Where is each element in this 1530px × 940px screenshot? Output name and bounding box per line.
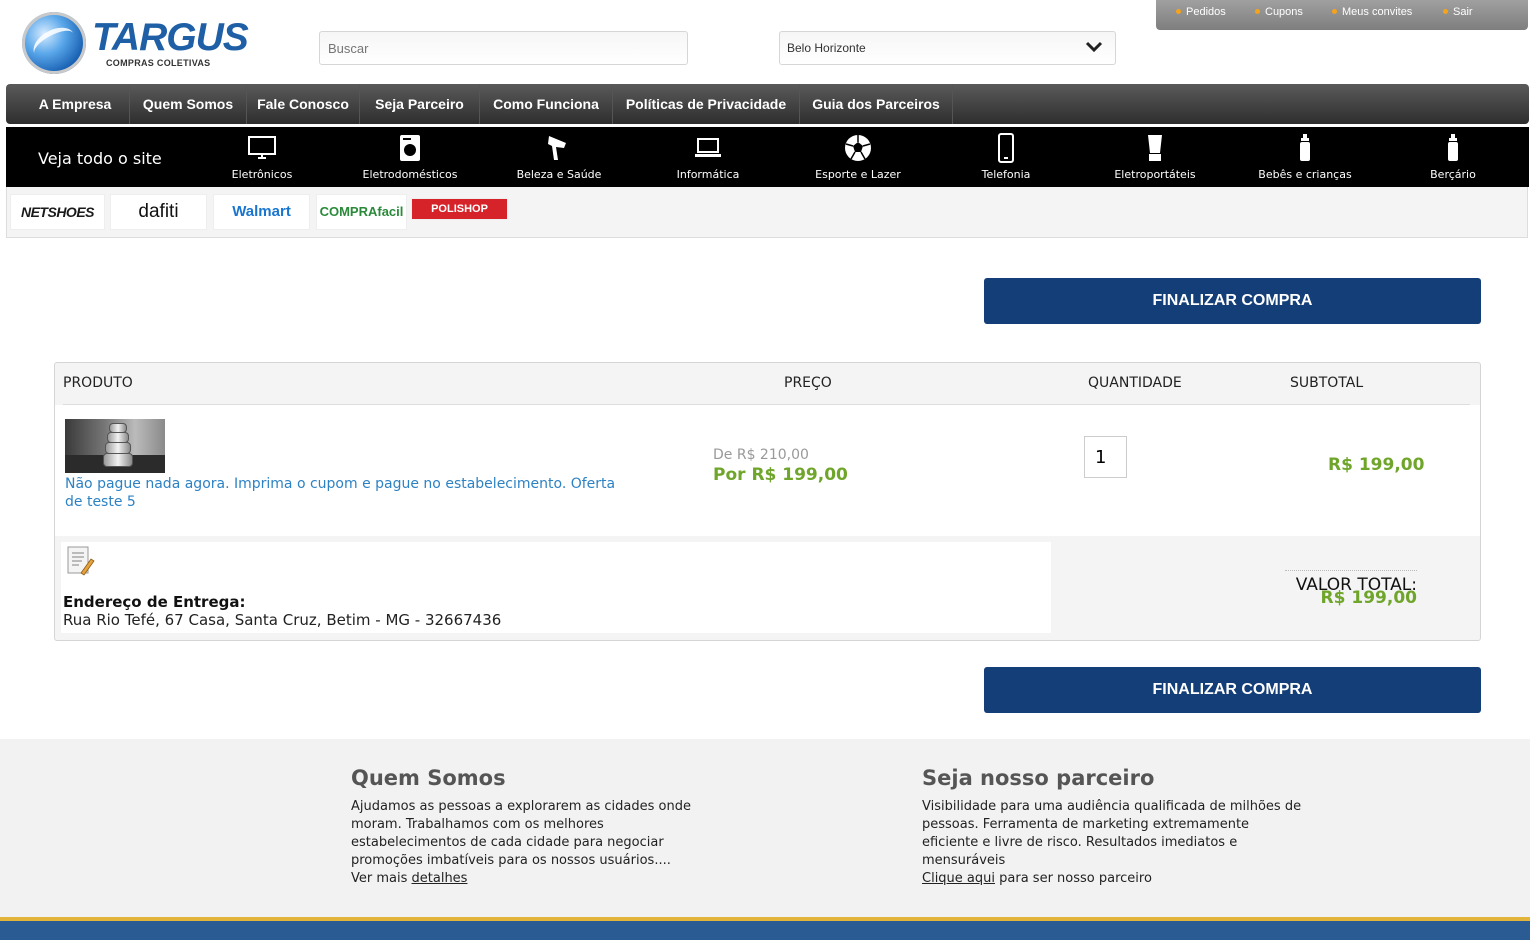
- quantity-input[interactable]: [1084, 436, 1127, 478]
- header-produto: PRODUTO: [63, 375, 133, 391]
- laptop-icon: [695, 138, 721, 157]
- product-name-link[interactable]: Não pague nada agora. Imprima o cupom e …: [65, 475, 625, 511]
- finalizar-compra-button-top[interactable]: FINALIZAR COMPRA: [984, 278, 1481, 324]
- category-eletronicos[interactable]: Eletrônicos: [192, 133, 332, 187]
- category-eletrodomesticos[interactable]: Eletrodomésticos: [340, 133, 480, 187]
- nav-guia-parceiros[interactable]: Guia dos Parceiros: [800, 84, 953, 124]
- phone-icon: [998, 133, 1014, 163]
- footer-about-details-link[interactable]: detalhes: [412, 871, 468, 886]
- category-label: Berçário: [1430, 168, 1476, 181]
- footer-partner-text: Visibilidade para uma audiência qualific…: [922, 798, 1307, 888]
- category-bar: Veja todo o site Eletrônicos Eletrodomés…: [6, 127, 1529, 187]
- user-menu-cupons[interactable]: Cupons: [1255, 6, 1303, 18]
- category-informatica[interactable]: Informática: [638, 133, 778, 187]
- category-label: Eletroportáteis: [1114, 168, 1196, 181]
- note-edit-icon: [67, 546, 95, 576]
- user-menu-convites[interactable]: Meus convites: [1332, 6, 1412, 18]
- delivery-address: Endereço de Entrega: Rua Rio Tefé, 67 Ca…: [61, 542, 1051, 633]
- chevron-down-icon: [1085, 41, 1103, 53]
- category-lead[interactable]: Veja todo o site: [38, 149, 162, 168]
- logo-subtitle: COMPRAS COLETIVAS: [106, 58, 211, 68]
- partner-polishop[interactable]: POLISHOP: [411, 198, 508, 220]
- footer-about-body: Ajudamos as pessoas a explorarem as cida…: [351, 799, 691, 868]
- item-subtotal: R$ 199,00: [1328, 455, 1425, 475]
- partner-logos: NETSHOES dafiti Walmart COMPRAfacil POLI…: [6, 187, 1528, 238]
- site-logo[interactable]: TARGUS COMPRAS COLETIVAS: [22, 10, 249, 76]
- category-esporte[interactable]: Esporte e Lazer: [788, 133, 928, 187]
- footer-partner-title: Seja nosso parceiro: [922, 766, 1155, 790]
- category-beleza[interactable]: Beleza e Saúde: [489, 133, 629, 187]
- monitor-icon: [248, 136, 276, 159]
- header-quantidade: QUANTIDADE: [1088, 375, 1182, 391]
- category-bercario[interactable]: Berçário: [1383, 133, 1523, 187]
- nav-como-funciona[interactable]: Como Funciona: [480, 84, 613, 124]
- city-select-value: Belo Horizonte: [787, 41, 866, 55]
- search-input[interactable]: [319, 31, 688, 65]
- blender-icon: [1148, 135, 1162, 161]
- category-eletroportateis[interactable]: Eletroportáteis: [1085, 133, 1225, 187]
- user-menu: Pedidos Cupons Meus convites Sair: [1156, 0, 1528, 30]
- logo-brand: TARGUS: [92, 16, 249, 59]
- nav-quem-somos[interactable]: Quem Somos: [130, 84, 247, 124]
- category-label: Beleza e Saúde: [516, 168, 602, 181]
- user-menu-pedidos[interactable]: Pedidos: [1176, 6, 1226, 18]
- product-thumbnail[interactable]: [65, 419, 165, 473]
- user-menu-sair[interactable]: Sair: [1443, 6, 1473, 18]
- hair-dryer-icon: [548, 136, 566, 160]
- bottom-bar: [0, 917, 1530, 940]
- partner-netshoes[interactable]: NETSHOES: [10, 194, 105, 230]
- category-label: Telefonia: [981, 168, 1031, 181]
- baby-bottle-icon: [1448, 134, 1458, 161]
- price-now: Por R$ 199,00: [713, 465, 848, 485]
- delivery-address-text: Rua Rio Tefé, 67 Casa, Santa Cruz, Betim…: [63, 611, 502, 629]
- partner-walmart[interactable]: Walmart: [213, 194, 310, 230]
- soccer-ball-icon: [845, 135, 871, 161]
- category-label: Esporte e Lazer: [815, 168, 901, 181]
- nav-fale-conosco[interactable]: Fale Conosco: [247, 84, 360, 124]
- city-select[interactable]: Belo Horizonte: [779, 31, 1116, 65]
- nav-politicas[interactable]: Políticas de Privacidade: [613, 84, 800, 124]
- category-label: Informática: [676, 168, 740, 181]
- footer: Quem Somos Ajudamos as pessoas a explora…: [0, 739, 1530, 917]
- category-label: Bebês e crianças: [1258, 168, 1352, 181]
- footer-partner-link[interactable]: Clique aqui: [922, 871, 995, 886]
- footer-about-title: Quem Somos: [351, 766, 506, 790]
- footer-partner-link-suffix: para ser nosso parceiro: [995, 871, 1152, 886]
- baby-bottle-icon: [1300, 134, 1310, 161]
- category-label: Eletrodomésticos: [362, 168, 458, 181]
- main-nav: A Empresa Quem Somos Fale Conosco Seja P…: [6, 84, 1529, 124]
- partner-comprafacil[interactable]: COMPRAfacil: [316, 194, 407, 230]
- category-telefonia[interactable]: Telefonia: [936, 133, 1076, 187]
- globe-icon: [22, 12, 86, 74]
- footer-about-more-prefix: Ver mais: [351, 871, 412, 886]
- washing-machine-icon: [400, 135, 420, 161]
- finalizar-compra-button-bottom[interactable]: FINALIZAR COMPRA: [984, 667, 1481, 713]
- header-preco: PREÇO: [784, 375, 832, 391]
- nav-seja-parceiro[interactable]: Seja Parceiro: [360, 84, 480, 124]
- table-row: Não pague nada agora. Imprima o cupom e …: [55, 405, 1480, 536]
- category-label: Eletrônicos: [231, 168, 293, 181]
- footer-partner-body: Visibilidade para uma audiência qualific…: [922, 799, 1302, 868]
- cart-table: PRODUTO PREÇO QUANTIDADE SUBTOTAL Não pa…: [54, 362, 1481, 641]
- category-bebes[interactable]: Bebês e crianças: [1235, 133, 1375, 187]
- nav-a-empresa[interactable]: A Empresa: [21, 84, 130, 124]
- price-from: De R$ 210,00: [713, 447, 809, 463]
- partner-dafiti[interactable]: dafiti: [110, 194, 207, 230]
- delivery-label: Endereço de Entrega:: [63, 593, 246, 611]
- header-subtotal: SUBTOTAL: [1290, 375, 1364, 391]
- total-value: R$ 199,00: [1320, 588, 1417, 608]
- footer-about-text: Ajudamos as pessoas a explorarem as cida…: [351, 798, 721, 888]
